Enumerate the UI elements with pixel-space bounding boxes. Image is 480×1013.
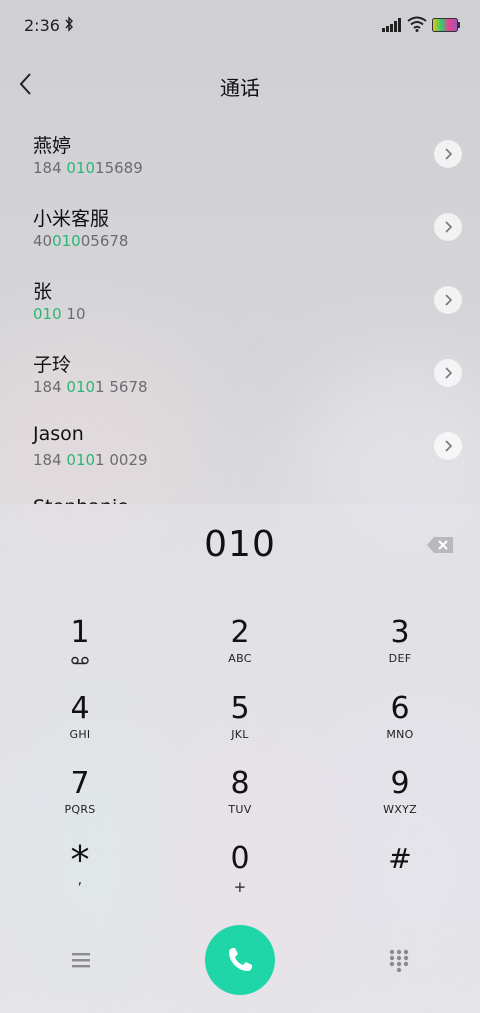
contact-number: 184 01015689 [33,159,143,177]
contact-list: 燕婷 184 01015689 小米客服 4001005678 张 010 10… [0,118,480,504]
chevron-right-icon [445,440,453,452]
page-title: 通话 [220,76,260,100]
battery-icon [432,18,460,32]
key-5[interactable]: 5 JKL [180,692,300,758]
bluetooth-icon [65,16,73,32]
key-0[interactable]: 0 + [180,842,300,908]
phone-icon [229,948,252,971]
signal-icon [382,18,401,32]
chevron-right-icon [445,294,453,306]
contact-name: Jason [33,423,84,445]
contact-number: 010 10 [33,305,86,323]
contact-item[interactable]: 子玲 184 0101 5678 [0,337,480,410]
call-button[interactable] [205,925,275,995]
key-3[interactable]: 3 DEF [340,616,460,682]
menu-icon[interactable] [68,948,94,972]
backspace-icon[interactable] [426,536,454,554]
chevron-right-icon [445,148,453,160]
contact-name: 子玲 [33,354,72,376]
contact-number: 4001005678 [33,232,129,250]
status-bar: 2:36 [0,0,480,52]
contact-number: 184 0101 5678 [33,378,148,396]
contact-name: 张 [33,281,53,303]
dialpad-icon[interactable] [386,948,412,974]
dial-panel: 010 1 2 ABC 3 DEF 4 GHI 5 JKL 6 MNO 7 PQ… [0,504,480,1013]
key-2[interactable]: 2 ABC [180,616,300,682]
key-6[interactable]: 6 MNO [340,692,460,758]
contact-name: Stephanie [33,496,129,504]
dialed-number: 010 [204,524,276,565]
header: 通话 [0,60,480,110]
key-4[interactable]: 4 GHI [20,692,140,758]
voicemail-icon [71,656,89,665]
bottom-bar [0,924,480,998]
key-7[interactable]: 7 PQRS [20,767,140,833]
wifi-icon [407,16,427,32]
contact-name: 燕婷 [33,135,72,157]
contact-detail-button[interactable] [434,432,462,460]
contact-number: 184 0101 0029 [33,451,148,469]
contact-item[interactable]: 燕婷 184 01015689 [0,118,480,191]
contact-detail-button[interactable] [434,140,462,168]
contact-detail-button[interactable] [434,286,462,314]
chevron-right-icon [445,367,453,379]
key-8[interactable]: 8 TUV [180,767,300,833]
chevron-right-icon [445,221,453,233]
contact-detail-button[interactable] [434,359,462,387]
contact-item[interactable]: Jason 184 0101 0029 [0,410,480,483]
contact-detail-button[interactable] [434,213,462,241]
contact-item[interactable]: 小米客服 4001005678 [0,191,480,264]
key-1[interactable]: 1 [20,616,140,682]
key-9[interactable]: 9 WXYZ [340,767,460,833]
contact-item[interactable]: 张 010 10 [0,264,480,337]
contact-item[interactable]: Stephanie [0,483,480,504]
key-hash[interactable]: # [340,842,460,908]
key-star[interactable]: * , [20,841,140,908]
status-time: 2:36 [24,16,60,35]
contact-name: 小米客服 [33,208,110,230]
